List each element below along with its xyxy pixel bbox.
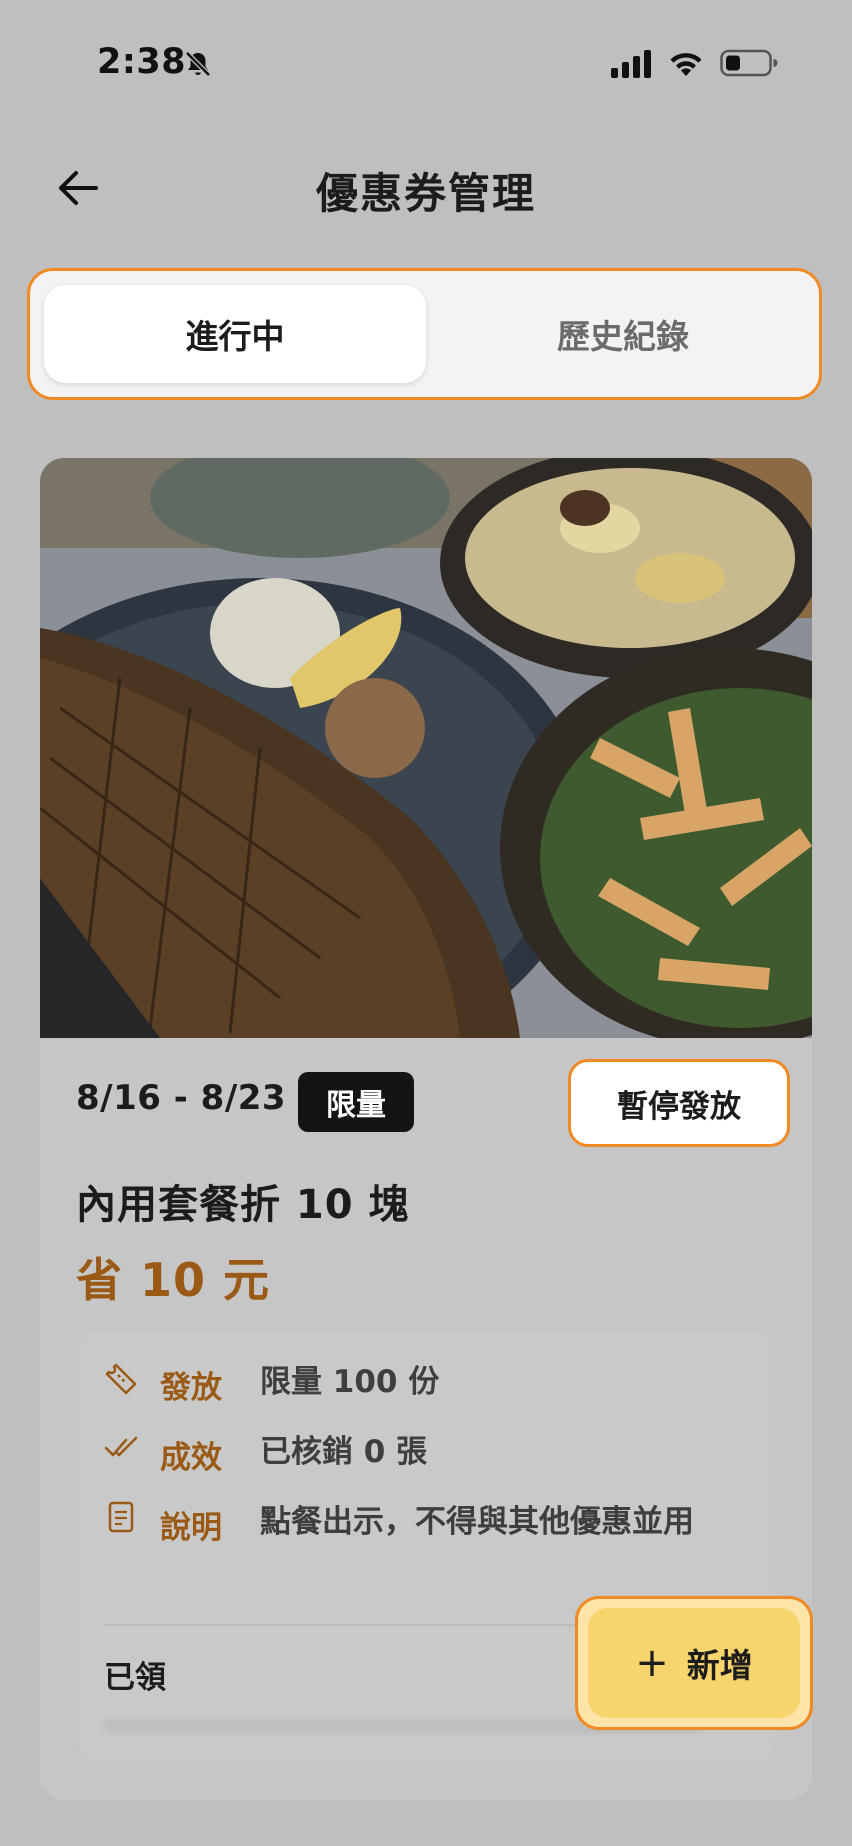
add-button-label: 新增 [686, 1646, 753, 1685]
coupon-title: 內用套餐折 10 塊 [76, 1182, 410, 1228]
claimed-label: 已領 [104, 1660, 166, 1696]
add-coupon-fab[interactable]: + 新增 [575, 1596, 813, 1730]
tab-ongoing[interactable]: 進行中 [44, 285, 426, 383]
ticket-icon [105, 1363, 137, 1395]
status-bar: 2:38 [0, 0, 852, 120]
battery-icon [720, 49, 778, 77]
detail-key-issue: 發放 [160, 1370, 222, 1406]
silent-bell-icon [185, 51, 211, 77]
plus-icon: + [635, 1640, 669, 1686]
detail-value-description: 點餐出示，不得與其他優惠並用 [260, 1504, 694, 1540]
screen: 2:38 優惠券管理 進行中 歷史紀錄 8/16 - 8/23 限量 暫停發放 … [0, 0, 852, 1846]
detail-key-description: 說明 [160, 1510, 222, 1546]
document-icon [108, 1501, 134, 1533]
pause-issuing-button[interactable]: 暫停發放 [568, 1059, 790, 1147]
coupon-savings: 省 10 元 [76, 1253, 271, 1307]
wifi-icon [670, 53, 702, 76]
coupon-date-range: 8/16 - 8/23 [76, 1078, 287, 1118]
tab-history[interactable]: 歷史紀錄 [432, 285, 814, 383]
detail-key-result: 成效 [160, 1440, 222, 1476]
detail-value-issue: 限量 100 份 [260, 1364, 440, 1400]
cellular-signal-icon [611, 50, 651, 78]
detail-value-result: 已核銷 0 張 [260, 1434, 428, 1470]
limited-badge: 限量 [298, 1072, 414, 1132]
tab-bar: 進行中 歷史紀錄 [27, 268, 822, 400]
coupon-food-photo [40, 458, 812, 1038]
add-button[interactable]: + 新增 [588, 1608, 800, 1718]
double-check-icon [104, 1436, 138, 1457]
status-time: 2:38 [97, 42, 187, 82]
page-title: 優惠券管理 [315, 169, 536, 218]
